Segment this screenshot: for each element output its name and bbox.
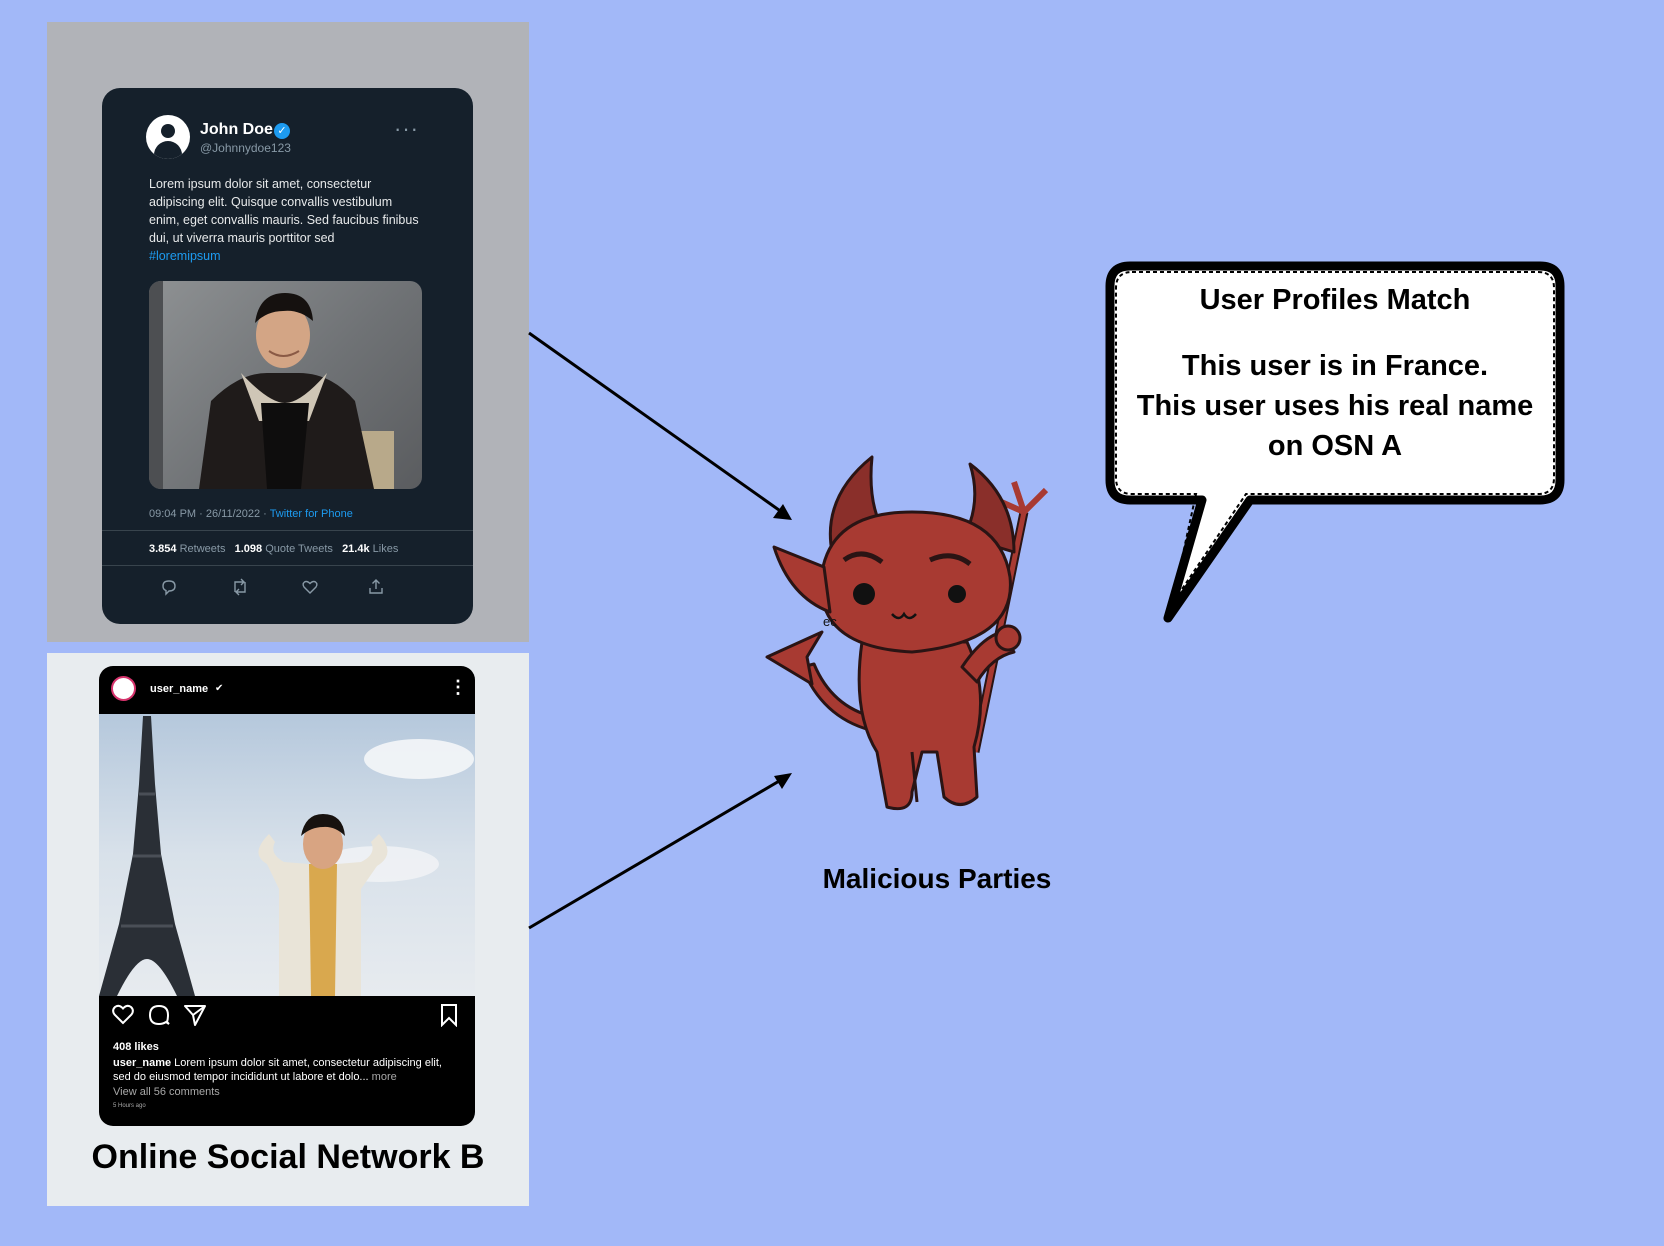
bubble-line-1: This user is in France. — [1181, 350, 1489, 382]
bubble-text: User Profiles Match This user is in Fran… — [1118, 280, 1552, 466]
malicious-parties-label: Malicious Parties — [822, 863, 1052, 894]
arrow-bottom — [528, 775, 787, 930]
bubble-line-2: This user uses his real name — [1136, 390, 1534, 422]
bubble-line-3: on OSN A — [1267, 430, 1403, 462]
bubble-title: User Profiles Match — [1199, 284, 1471, 316]
devil-mark: ec — [823, 614, 837, 629]
arrow-top — [528, 331, 787, 517]
devil-illustration — [765, 455, 1049, 811]
